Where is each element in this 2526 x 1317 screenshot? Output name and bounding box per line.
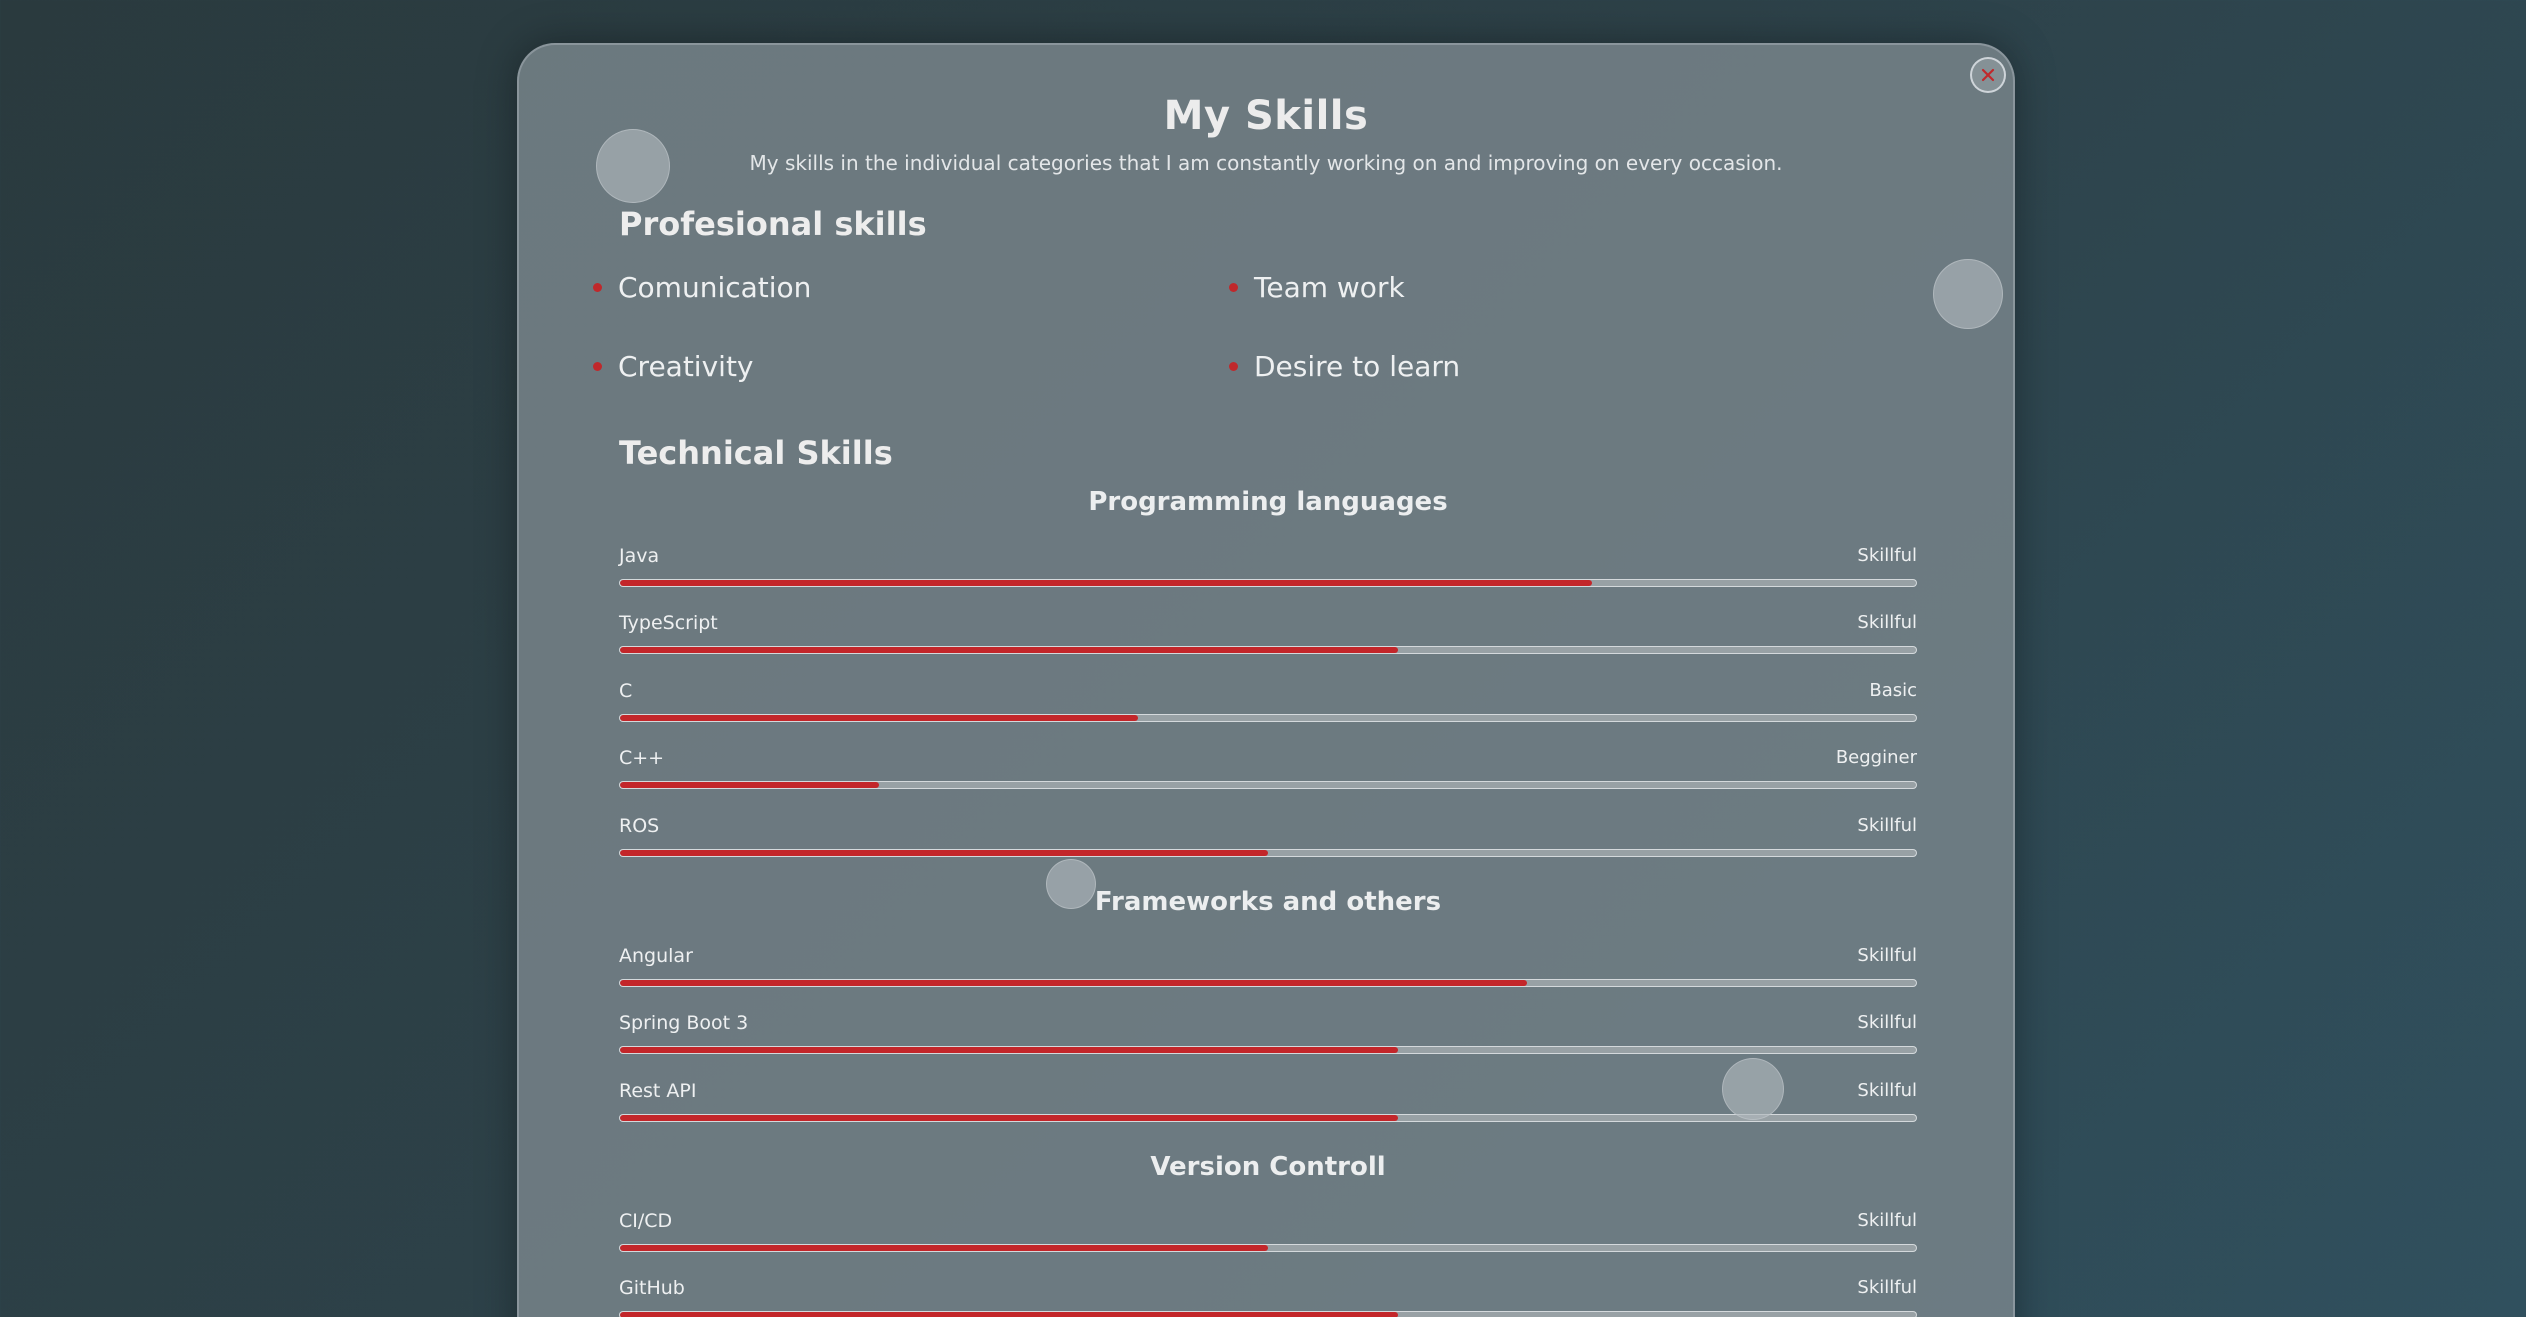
professional-skills-heading: Profesional skills [619,205,927,243]
skill-progress-bar [619,1244,1917,1252]
skill-row: CI/CD Skillful [619,1210,1917,1260]
professional-skill-label: Comunication [618,271,812,304]
professional-skill-item: Creativity [593,350,754,383]
skill-progress-bar [619,979,1917,987]
skill-progress-bar [619,781,1917,789]
decorative-bubble [1046,859,1096,909]
skill-name: Angular [619,945,693,967]
skill-level: Skillful [1857,945,1917,966]
bullet-dot-icon [593,283,602,292]
skill-name: C [619,680,633,702]
skill-level: Skillful [1857,545,1917,566]
skill-name: TypeScript [619,612,718,634]
skill-progress-fill [620,782,880,788]
skill-name: C++ [619,747,665,769]
skill-name: CI/CD [619,1210,673,1232]
skill-progress-bar [619,714,1917,722]
professional-skill-label: Team work [1254,271,1405,304]
bullet-dot-icon [1229,362,1238,371]
skill-progress-fill [620,580,1592,586]
skill-level: Skillful [1857,815,1917,836]
technical-skills-heading: Technical Skills [619,434,893,472]
skill-row: Spring Boot 3 Skillful [619,1012,1917,1062]
professional-skill-label: Desire to learn [1254,350,1461,383]
skill-name: Spring Boot 3 [619,1012,749,1034]
skill-progress-fill [620,1312,1398,1317]
close-button[interactable] [1970,57,2006,93]
skill-progress-bar [619,1311,1917,1317]
close-x-icon [1981,68,1995,82]
skill-progress-bar [619,849,1917,857]
modal-title: My Skills [1163,93,1369,139]
skill-name: ROS [619,815,660,837]
skill-progress-bar [619,1046,1917,1054]
skill-row: ROS Skillful [619,815,1917,865]
skill-level: Skillful [1857,1080,1917,1101]
decorative-bubble [1722,1058,1784,1120]
decorative-bubble [596,129,670,203]
skill-progress-fill [620,1047,1398,1053]
skill-row: GitHub Skillful [619,1277,1917,1317]
skill-row: Angular Skillful [619,945,1917,995]
skill-name: Java [619,545,660,567]
skill-progress-fill [620,1115,1398,1121]
skill-progress-fill [620,647,1398,653]
skill-progress-bar [619,1114,1917,1122]
skill-row: TypeScript Skillful [619,612,1917,662]
professional-skill-item: Team work [1229,271,1405,304]
skill-progress-fill [620,980,1528,986]
modal-subtitle: My skills in the individual categories t… [749,151,1783,175]
professional-skill-label: Creativity [618,350,754,383]
skill-progress-fill [620,1245,1268,1251]
skill-level: Begginer [1835,747,1917,768]
bullet-dot-icon [593,362,602,371]
skill-name: Rest API [619,1080,697,1102]
skill-progress-bar [619,646,1917,654]
skill-progress-fill [620,715,1139,721]
skill-progress-bar [619,579,1917,587]
skill-progress-fill [620,850,1268,856]
decorative-bubble [1933,259,2003,329]
category-title: Frameworks and others [1094,887,1442,917]
skill-level: Skillful [1857,612,1917,633]
skill-level: Skillful [1857,1012,1917,1033]
skill-name: GitHub [619,1277,685,1299]
skill-level: Basic [1869,680,1917,701]
skills-modal: My Skills My skills in the individual ca… [517,43,2015,1317]
professional-skill-item: Comunication [593,271,812,304]
professional-skill-item: Desire to learn [1229,350,1461,383]
skill-row: C++ Begginer [619,747,1917,797]
bullet-dot-icon [1229,283,1238,292]
skill-row: Java Skillful [619,545,1917,595]
skill-row: C Basic [619,680,1917,730]
category-title: Version Controll [1150,1152,1386,1182]
skill-level: Skillful [1857,1210,1917,1231]
category-title: Programming languages [1088,487,1448,517]
skill-level: Skillful [1857,1277,1917,1298]
